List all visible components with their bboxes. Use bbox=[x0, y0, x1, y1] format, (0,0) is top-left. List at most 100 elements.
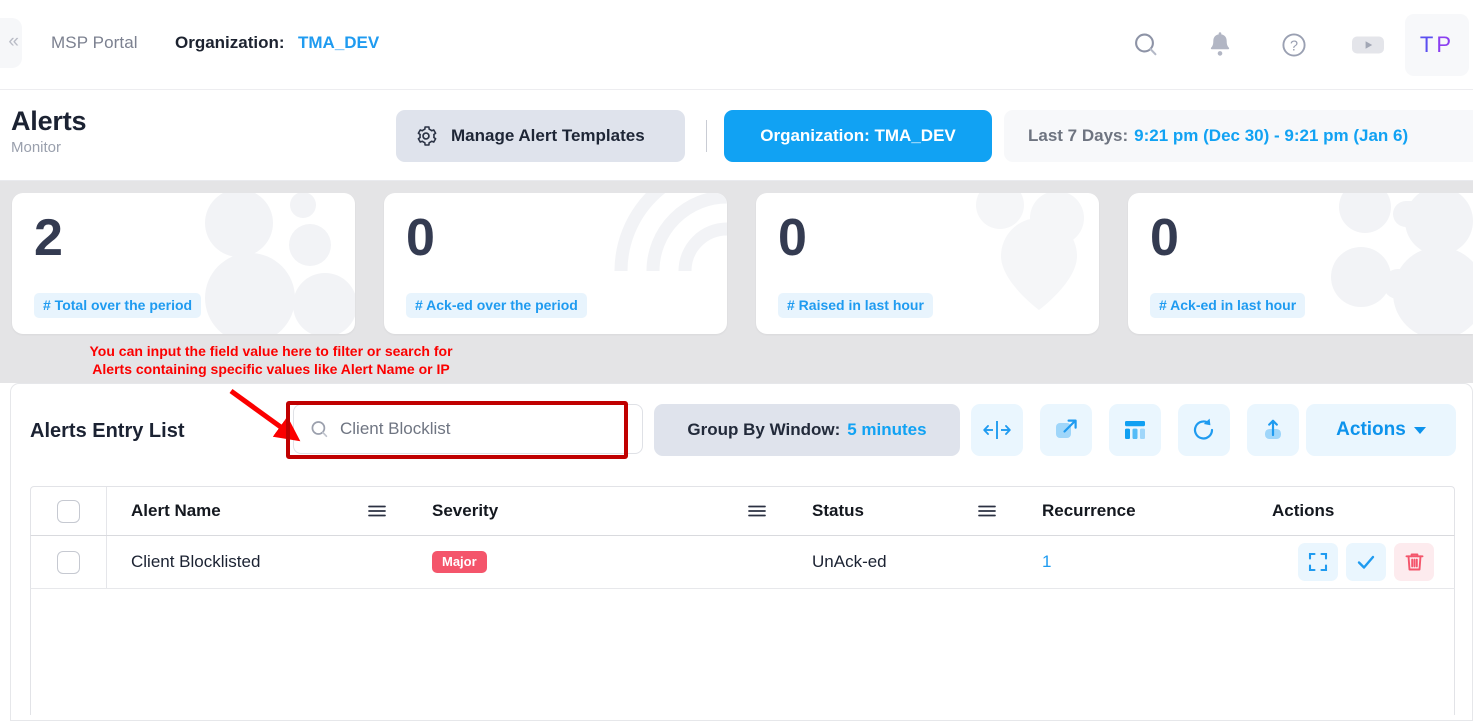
cell-status: UnAck-ed bbox=[790, 552, 1020, 572]
column-label: Recurrence bbox=[1042, 501, 1136, 520]
table-header-row: Alert Name Severity Status Recurrence Ac… bbox=[30, 486, 1455, 536]
search-input-value: Client Blocklist bbox=[340, 419, 451, 438]
column-menu-icon[interactable] bbox=[366, 503, 388, 519]
actions-dropdown-button[interactable]: Actions bbox=[1306, 404, 1456, 456]
organization-label: Organization: bbox=[175, 33, 285, 52]
annotation-text: You can input the field value here to fi… bbox=[36, 342, 506, 378]
open-external-button[interactable] bbox=[1040, 404, 1092, 456]
page-title: Alerts bbox=[11, 106, 87, 136]
alert-name-value: Client Blocklisted bbox=[131, 552, 261, 571]
chevron-down-icon bbox=[1413, 426, 1426, 434]
recurrence-value[interactable]: 1 bbox=[1042, 552, 1051, 571]
column-label: Status bbox=[812, 501, 864, 520]
top-nav-icon-group: ? TP bbox=[1109, 0, 1473, 90]
kpi-value: 0 bbox=[406, 209, 435, 267]
svg-text:?: ? bbox=[1290, 38, 1298, 54]
check-icon bbox=[1357, 555, 1375, 569]
organization-value[interactable]: TMA_DEV bbox=[298, 33, 379, 53]
kpi-card-acked-hour[interactable]: 0 # Ack-ed in last hour bbox=[1128, 193, 1473, 334]
kpi-label: # Ack-ed in last hour bbox=[1150, 293, 1306, 318]
row-select-cell bbox=[31, 536, 107, 588]
search-icon bbox=[1135, 33, 1157, 56]
avatar[interactable]: TP bbox=[1405, 14, 1469, 76]
column-header-actions: Actions bbox=[1250, 501, 1454, 521]
organization-filter-label: Organization: TMA_DEV bbox=[760, 126, 956, 145]
date-range-value: 9:21 pm (Dec 30) - 9:21 pm (Jan 6) bbox=[1134, 126, 1409, 145]
annotation-line-2: Alerts containing specific values like A… bbox=[92, 361, 450, 377]
page-subtitle: Monitor bbox=[11, 139, 62, 156]
trash-icon bbox=[1405, 553, 1423, 571]
select-all-checkbox[interactable] bbox=[57, 499, 80, 523]
date-range-button[interactable]: Last 7 Days: 9:21 pm (Dec 30) - 9:21 pm … bbox=[1004, 110, 1473, 162]
cell-recurrence: 1 bbox=[1020, 552, 1250, 572]
gear-icon bbox=[417, 126, 437, 146]
msp-portal-label[interactable]: MSP Portal bbox=[51, 33, 138, 53]
column-header-severity[interactable]: Severity bbox=[410, 501, 790, 521]
column-label: Alert Name bbox=[131, 501, 221, 520]
kpi-value: 0 bbox=[1150, 209, 1179, 267]
kpi-label: # Raised in last hour bbox=[778, 293, 933, 318]
help-button[interactable]: ? bbox=[1257, 0, 1331, 90]
group-by-window-label: Group By Window: bbox=[687, 420, 841, 439]
group-by-window-button[interactable]: Group By Window: 5 minutes bbox=[654, 404, 960, 456]
cell-alert-name: Client Blocklisted bbox=[107, 552, 410, 572]
avatar-initial-first: T bbox=[1419, 32, 1437, 57]
fullscreen-icon bbox=[1308, 552, 1328, 572]
upload-icon bbox=[1265, 419, 1281, 439]
column-header-status[interactable]: Status bbox=[790, 501, 1020, 521]
organization-filter-button[interactable]: Organization: TMA_DEV bbox=[724, 110, 992, 162]
bell-icon bbox=[1210, 32, 1230, 56]
play-video-icon bbox=[1352, 36, 1384, 54]
top-navigation-bar: « MSP Portal Organization: TMA_DEV ? T P bbox=[0, 0, 1473, 90]
expand-row-button[interactable] bbox=[1298, 543, 1338, 581]
kpi-label: # Ack-ed over the period bbox=[406, 293, 587, 318]
kpi-card-total[interactable]: 2 # Total over the period bbox=[12, 193, 355, 334]
table-empty-area bbox=[30, 589, 1455, 715]
column-menu-icon[interactable] bbox=[976, 503, 998, 519]
annotation-line-1: You can input the field value here to fi… bbox=[89, 343, 453, 359]
table-row[interactable]: Client Blocklisted Major UnAck-ed 1 bbox=[30, 536, 1455, 589]
row-checkbox[interactable] bbox=[57, 550, 80, 574]
row-action-group bbox=[1298, 543, 1434, 581]
kpi-card-acked-period[interactable]: 0 # Ack-ed over the period bbox=[384, 193, 727, 334]
date-range-label: Last 7 Days: bbox=[1028, 126, 1129, 145]
status-value: UnAck-ed bbox=[812, 552, 887, 571]
column-header-recurrence[interactable]: Recurrence bbox=[1020, 501, 1250, 521]
notifications-button[interactable] bbox=[1183, 0, 1257, 90]
select-all-cell bbox=[31, 487, 107, 535]
column-label: Actions bbox=[1272, 501, 1335, 520]
search-button[interactable] bbox=[1109, 0, 1183, 90]
acknowledge-button[interactable] bbox=[1346, 543, 1386, 581]
manage-alert-templates-label: Manage Alert Templates bbox=[451, 126, 645, 145]
refresh-icon bbox=[1193, 418, 1214, 440]
kpi-card-raised-hour[interactable]: 0 # Raised in last hour bbox=[756, 193, 1099, 334]
export-button[interactable] bbox=[1247, 404, 1299, 456]
kpi-value: 2 bbox=[34, 209, 63, 267]
status-badge: Major bbox=[432, 551, 487, 573]
kpi-label: # Total over the period bbox=[34, 293, 202, 318]
alerts-table: Alert Name Severity Status Recurrence Ac… bbox=[30, 486, 1455, 715]
manage-alert-templates-button[interactable]: Manage Alert Templates bbox=[396, 110, 685, 162]
columns-layout-button[interactable] bbox=[1109, 404, 1161, 456]
refresh-button[interactable] bbox=[1178, 404, 1230, 456]
column-header-alert-name[interactable]: Alert Name bbox=[107, 501, 410, 521]
avatar-initial-second: P bbox=[1436, 32, 1455, 57]
cell-severity: Major bbox=[410, 551, 790, 573]
delete-button[interactable] bbox=[1394, 543, 1434, 581]
search-input[interactable]: Client Blocklist bbox=[293, 404, 643, 454]
video-tutorials-button[interactable] bbox=[1331, 0, 1405, 90]
fit-columns-button[interactable] bbox=[971, 404, 1023, 456]
expand-horizontal-icon bbox=[983, 421, 1011, 439]
sidebar-collapse-toggle[interactable]: « bbox=[0, 18, 22, 68]
location-pin-decoration bbox=[976, 193, 1084, 310]
header-divider bbox=[706, 120, 707, 152]
kpi-value: 0 bbox=[778, 209, 807, 267]
column-menu-icon[interactable] bbox=[746, 503, 768, 519]
annotation-arrow-icon bbox=[229, 388, 301, 442]
columns-icon bbox=[1125, 421, 1145, 439]
external-link-icon bbox=[1056, 419, 1077, 438]
help-icon: ? bbox=[1282, 33, 1306, 57]
actions-dropdown-label: Actions bbox=[1336, 419, 1406, 440]
column-label: Severity bbox=[432, 501, 499, 520]
chevron-left-icon: « bbox=[8, 31, 19, 52]
